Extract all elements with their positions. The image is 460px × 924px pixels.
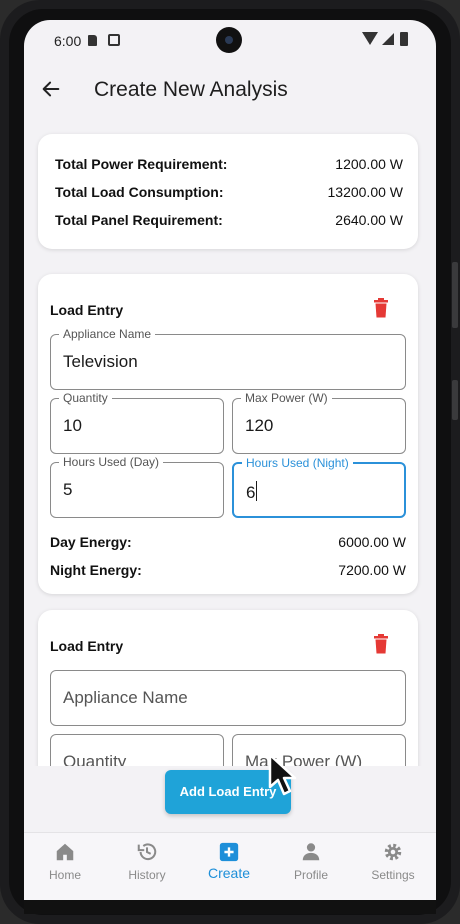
day-energy-value: 6000.00 W [338, 534, 406, 550]
summary-value: 1200.00 W [335, 156, 403, 172]
hours-night-label: Hours Used (Night) [242, 455, 353, 471]
appliance-name-value: Television [63, 352, 138, 371]
nav-label: Home [48, 868, 81, 882]
load-entry-card: Load Entry Appliance Name Quantity Max P… [38, 610, 418, 766]
hours-day-field[interactable]: Hours Used (Day) 5 [50, 454, 224, 518]
appliance-name-placeholder: Appliance Name [63, 688, 188, 707]
max-power-placeholder: Max Power (W) [245, 752, 363, 766]
app-bar: Create New Analysis [24, 62, 436, 118]
appliance-name-label: Appliance Name [59, 326, 156, 342]
hours-night-input: 6 [246, 481, 258, 503]
max-power-field[interactable]: Max Power (W) 120 [232, 390, 406, 454]
nav-item-settings[interactable]: Settings [352, 833, 434, 900]
load-entry-title: Load Entry [50, 302, 124, 318]
appliance-name-field[interactable]: Appliance Name Television [50, 326, 406, 390]
history-icon [137, 843, 157, 861]
wifi-icon [362, 32, 378, 45]
nav-label: History [128, 868, 166, 882]
add-box-icon [219, 842, 239, 862]
battery-icon [400, 32, 408, 46]
system-home-bar [24, 900, 436, 914]
load-entry-title: Load Entry [50, 638, 124, 654]
power-button [452, 380, 458, 420]
hours-day-label: Hours Used (Day) [59, 454, 164, 470]
signal-icon [382, 33, 394, 45]
nav-item-profile[interactable]: Profile [270, 833, 352, 900]
home-icon [56, 843, 74, 861]
summary-card: Total Power Requirement: 1200.00 W Total… [38, 134, 418, 249]
max-power-label: Max Power (W) [241, 390, 332, 406]
max-power-value: 120 [245, 416, 274, 435]
nav-item-history[interactable]: History [106, 833, 188, 900]
sim-icon [88, 35, 97, 46]
nav-label: Profile [293, 868, 328, 882]
quantity-field[interactable]: Quantity [50, 734, 224, 766]
night-energy-label: Night Energy: [50, 562, 142, 578]
nav-item-create[interactable]: Create [188, 833, 270, 900]
quantity-label: Quantity [59, 390, 112, 406]
nav-item-home[interactable]: Home [24, 833, 106, 900]
day-energy-row: Day Energy: 6000.00 W [50, 534, 406, 554]
hours-night-value: 6 [246, 483, 256, 502]
summary-row: Total Panel Requirement: 2640.00 W [55, 212, 403, 232]
summary-label: Total Panel Requirement: [55, 212, 223, 228]
day-energy-label: Day Energy: [50, 534, 132, 550]
night-energy-row: Night Energy: 7200.00 W [50, 562, 406, 582]
gear-icon [384, 843, 402, 861]
person-icon [302, 843, 320, 861]
status-bar: 6:00 [24, 20, 436, 62]
content-scroll-area[interactable]: Total Power Requirement: 1200.00 W Total… [24, 118, 436, 766]
quantity-value: 10 [63, 416, 82, 435]
max-power-field[interactable]: Max Power (W) [232, 734, 406, 766]
summary-label: Total Power Requirement: [55, 156, 228, 172]
arrow-left-icon[interactable] [40, 78, 62, 100]
bottom-navigation: Home History Create Profile Settings [24, 832, 436, 900]
summary-row: Total Load Consumption: 13200.00 W [55, 184, 403, 204]
nav-label: Settings [371, 868, 415, 882]
page-title: Create New Analysis [94, 78, 288, 101]
screenshot-icon [108, 34, 120, 46]
night-energy-value: 7200.00 W [338, 562, 406, 578]
quantity-field[interactable]: Quantity 10 [50, 390, 224, 454]
summary-row: Total Power Requirement: 1200.00 W [55, 156, 403, 176]
text-caret [256, 481, 258, 501]
summary-value: 2640.00 W [335, 212, 403, 228]
status-time: 6:00 [54, 33, 82, 49]
volume-button [452, 262, 458, 328]
appliance-name-field[interactable]: Appliance Name [50, 670, 406, 726]
hours-day-value: 5 [63, 480, 73, 499]
mouse-cursor-icon [268, 753, 297, 796]
delete-icon[interactable] [373, 298, 389, 318]
delete-icon[interactable] [373, 634, 389, 654]
hours-night-field[interactable]: Hours Used (Night) 6 [232, 455, 406, 518]
app-screen: 6:00 Create New Analysis Total Power Req… [24, 20, 436, 900]
summary-value: 13200.00 W [327, 184, 404, 200]
summary-label: Total Load Consumption: [55, 184, 224, 200]
quantity-placeholder: Quantity [63, 752, 127, 766]
load-entry-card: Load Entry Appliance Name Television Qua… [38, 274, 418, 594]
front-camera [216, 27, 242, 53]
nav-label: Create [207, 865, 251, 881]
